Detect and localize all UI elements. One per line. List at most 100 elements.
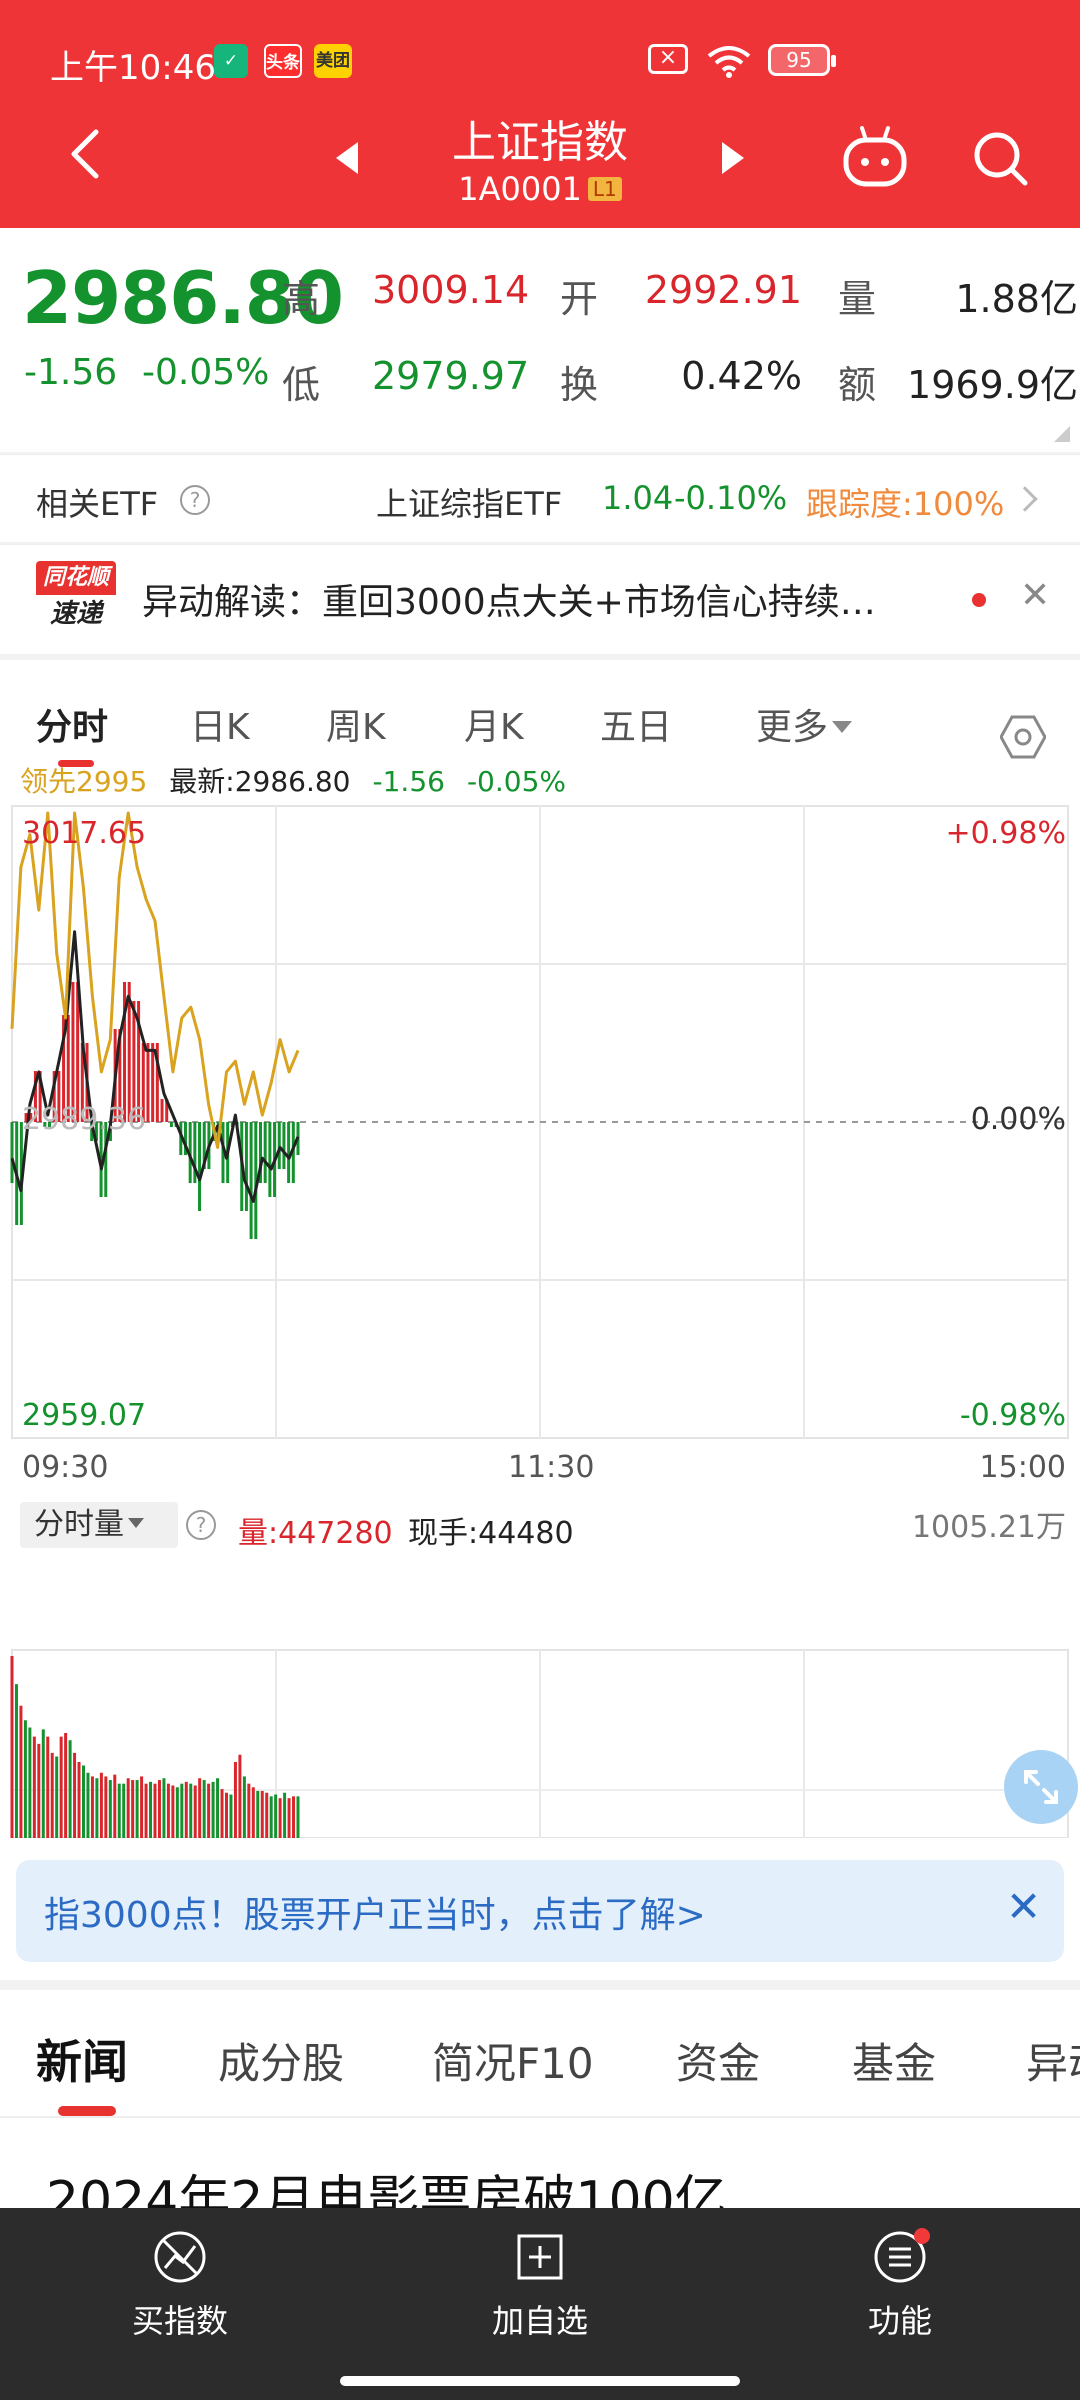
y-bottom-label: 2959.07 bbox=[22, 1398, 147, 1433]
help-icon[interactable]: ? bbox=[180, 485, 210, 515]
pct-top-label: +0.98% bbox=[945, 816, 1066, 851]
etf-pct: -0.10% bbox=[674, 479, 788, 517]
related-etf-row[interactable]: 相关ETF ? 上证综指ETF 1.04 -0.10% 跟踪度:100% bbox=[0, 454, 1080, 542]
tab-more[interactable]: 更多 bbox=[756, 698, 853, 750]
home-indicator[interactable] bbox=[340, 2376, 740, 2386]
quote-summary: 2986.80 -1.56 -0.05% 高 3009.14 开 2992.91… bbox=[0, 228, 1080, 452]
tab-f10-profile[interactable]: 简况F10 bbox=[432, 2030, 594, 2091]
functions-label: 功能 bbox=[867, 2302, 932, 2340]
toutiao-app-icon: 头条 bbox=[264, 44, 302, 78]
price-change-pct: -0.05% bbox=[142, 352, 270, 393]
tab-news[interactable]: 新闻 bbox=[36, 2026, 128, 2092]
high-value: 3009.14 bbox=[372, 268, 530, 312]
battery-icon: 95 bbox=[768, 44, 836, 76]
tab-abnormal[interactable]: 异动 bbox=[1026, 2030, 1080, 2091]
news-panel: 新闻 成分股 简况F10 资金 基金 异动 2024年2月电影票房破100亿 bbox=[0, 1990, 1080, 2231]
intraday-chart[interactable] bbox=[0, 798, 1080, 1838]
chart-info-line: 领先2995 最新:2986.80 -1.56 -0.05% bbox=[20, 760, 588, 800]
index-code: 1A0001 L1 bbox=[340, 170, 740, 208]
index-code-text: 1A0001 bbox=[458, 170, 582, 208]
volume-selector[interactable]: 分时量 bbox=[20, 1502, 178, 1548]
fullscreen-expand-icon[interactable] bbox=[1004, 1750, 1078, 1824]
etf-price: 1.04 bbox=[602, 479, 674, 517]
chart-pct: -0.05% bbox=[466, 765, 567, 798]
chart-settings-icon[interactable] bbox=[1000, 714, 1046, 760]
buy-index-icon bbox=[154, 2231, 206, 2283]
meituan-app-icon: 美团 bbox=[314, 44, 352, 78]
lead-indicator: 领先2995 bbox=[20, 765, 148, 798]
news-flash-banner[interactable]: 同花顺 速递 异动解读：重回3000点大关+市场信心持续… ✕ bbox=[0, 544, 1080, 654]
help-icon[interactable]: ? bbox=[186, 1510, 216, 1540]
flash-logo-top: 同花顺 bbox=[36, 561, 116, 595]
news-tab-divider bbox=[0, 2116, 1080, 2118]
chart-panel: 分时 日K 周K 月K 五日 更多 领先2995 最新:2986.80 -1.56-… bbox=[0, 660, 1080, 1980]
tonghuashun-flash-logo: 同花顺 速递 bbox=[36, 561, 116, 633]
current-hand: 现手:44480 bbox=[408, 1516, 574, 1551]
chart-tabs: 分时 日K 周K 月K 五日 更多 bbox=[0, 678, 1080, 767]
price-change: -1.56 bbox=[24, 352, 118, 393]
tab-weekly-k[interactable]: 周K bbox=[326, 698, 386, 750]
back-arrow-icon[interactable] bbox=[60, 126, 116, 182]
time-mid-label: 11:30 bbox=[508, 1450, 595, 1485]
status-time: 上午10:46 bbox=[50, 48, 216, 88]
volume-value: 量:447280 bbox=[238, 1516, 393, 1551]
time-end-label: 15:00 bbox=[979, 1450, 1066, 1485]
flash-text[interactable]: 异动解读：重回3000点大关+市场信心持续… bbox=[142, 573, 942, 625]
volume-value: 1.88亿 bbox=[955, 277, 1078, 321]
etf-tracking: 跟踪度:100% bbox=[806, 485, 1005, 523]
notification-dot bbox=[914, 2228, 930, 2244]
amount-label: 额 bbox=[838, 363, 877, 407]
amount-value: 1969.9亿 bbox=[907, 363, 1078, 407]
add-watchlist-button[interactable]: 加自选 bbox=[440, 2228, 640, 2342]
related-etf-label: 相关ETF bbox=[36, 485, 159, 523]
next-index-arrow-icon[interactable] bbox=[722, 142, 744, 174]
tab-five-day[interactable]: 五日 bbox=[600, 698, 672, 750]
search-icon[interactable] bbox=[970, 128, 1030, 188]
y-mid-label: 2989.36 bbox=[22, 1102, 147, 1137]
tab-monthly-k[interactable]: 月K bbox=[464, 698, 524, 750]
open-value: 2992.91 bbox=[644, 268, 802, 312]
time-start-label: 09:30 bbox=[22, 1450, 109, 1485]
tab-more-label: 更多 bbox=[756, 707, 829, 748]
robot-assistant-icon[interactable] bbox=[840, 124, 910, 190]
active-news-tab-indicator bbox=[58, 2106, 116, 2116]
title-bar: 上证指数 1A0001 L1 bbox=[0, 100, 1080, 228]
low-label: 低 bbox=[282, 363, 321, 407]
bottom-action-bar: 买指数 加自选 功能 bbox=[0, 2208, 1080, 2400]
level-badge: L1 bbox=[587, 177, 622, 201]
chevron-right-icon bbox=[1012, 486, 1038, 512]
buy-index-button[interactable]: 买指数 bbox=[80, 2228, 280, 2342]
caret-down-icon bbox=[832, 721, 853, 733]
low-value: 2979.97 bbox=[372, 354, 530, 398]
tab-constituents[interactable]: 成分股 bbox=[218, 2030, 344, 2091]
y-top-label: 3017.65 bbox=[22, 816, 147, 851]
pct-mid-label: 0.00% bbox=[970, 1102, 1066, 1137]
expand-corner-icon[interactable] bbox=[1054, 426, 1070, 442]
promo-text[interactable]: 指3000点！股票开户正当时，点击了解> bbox=[44, 1886, 706, 1938]
promo-banner[interactable]: 指3000点！股票开户正当时，点击了解> ✕ bbox=[16, 1860, 1064, 1962]
add-square-icon bbox=[517, 2234, 563, 2280]
unread-dot bbox=[972, 593, 986, 607]
latest-price: 最新:2986.80 bbox=[169, 765, 351, 798]
no-sim-icon: × bbox=[648, 44, 688, 74]
etf-name: 上证综指ETF bbox=[376, 485, 563, 523]
chart-change: -1.56 bbox=[372, 765, 445, 798]
page-title: 上证指数 bbox=[452, 117, 628, 168]
turnover-label: 换 bbox=[560, 363, 599, 407]
turnover-value: 0.42% bbox=[681, 354, 802, 398]
tab-funds-flow[interactable]: 资金 bbox=[676, 2030, 760, 2091]
tab-intraday[interactable]: 分时 bbox=[36, 698, 108, 750]
volume-selector-label: 分时量 bbox=[34, 1507, 124, 1542]
high-label: 高 bbox=[282, 277, 321, 321]
tab-related-funds[interactable]: 基金 bbox=[852, 2030, 936, 2091]
close-promo-icon[interactable]: ✕ bbox=[1006, 1882, 1041, 1931]
close-flash-icon[interactable]: ✕ bbox=[1020, 575, 1050, 616]
open-label: 开 bbox=[560, 277, 599, 321]
top-header: 上午10:46 ✓ 头条 美团 × 95 上证指数 1A0001 L1 bbox=[0, 0, 1080, 228]
tab-daily-k[interactable]: 日K bbox=[190, 698, 250, 750]
functions-button[interactable]: 功能 bbox=[800, 2228, 1000, 2342]
flash-logo-bottom: 速递 bbox=[49, 599, 102, 629]
buy-index-label: 买指数 bbox=[131, 2302, 228, 2340]
volume-max-label: 1005.21万 bbox=[911, 1510, 1066, 1545]
add-watchlist-label: 加自选 bbox=[491, 2302, 588, 2340]
